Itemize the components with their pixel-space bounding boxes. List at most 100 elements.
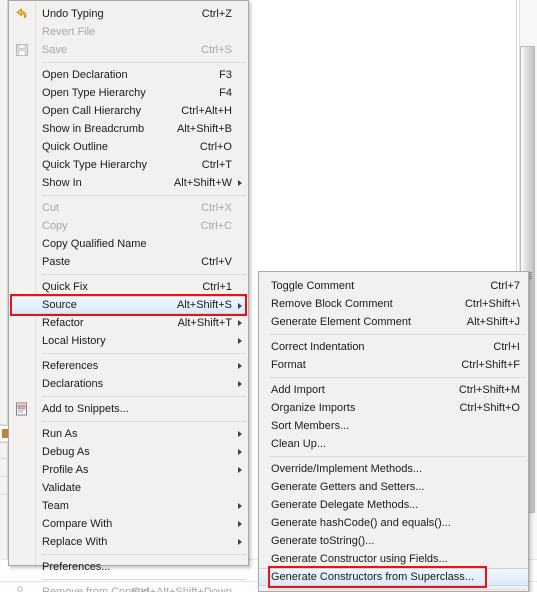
menu-item-label: Declarations [42, 378, 104, 390]
submenu-arrow-icon [238, 521, 242, 527]
menu-item[interactable]: Generate Constructors from Superclass... [259, 568, 528, 586]
menu-item[interactable]: Team [9, 497, 248, 515]
menu-item[interactable]: Add to Snippets... [9, 400, 248, 418]
menu-item-shortcut: Ctrl+Shift+\ [464, 298, 520, 310]
menu-item-label: Clean Up... [271, 438, 327, 450]
menu-item-label: Sort Members... [271, 420, 350, 432]
menu-item[interactable]: Quick Fix Ctrl+1 [9, 278, 248, 296]
menu-item[interactable]: Generate toString()... [259, 532, 528, 550]
submenu-arrow-icon [238, 467, 242, 473]
snippets-icon [14, 401, 30, 417]
menu-item[interactable]: Correct Indentation Ctrl+I [259, 338, 528, 356]
menu-item-shortcut: Alt+Shift+S [176, 299, 232, 311]
menu-item[interactable]: Quick Type Hierarchy Ctrl+T [9, 156, 248, 174]
menu-item-label: References [42, 360, 99, 372]
menu-item-label: Refactor [42, 317, 84, 329]
menu-item-shortcut: Ctrl+Alt+H [181, 105, 232, 117]
submenu-arrow-icon [238, 363, 242, 369]
menu-item-shortcut: F3 [219, 69, 232, 81]
menu-item[interactable]: Open Call Hierarchy Ctrl+Alt+H [9, 102, 248, 120]
menu-separator [9, 576, 248, 583]
menu-separator [259, 374, 528, 381]
menu-item-label: Run As [42, 428, 78, 440]
submenu-arrow-icon [238, 180, 242, 186]
menu-item-label: Format [271, 359, 306, 371]
menu-item[interactable]: Format Ctrl+Shift+F [259, 356, 528, 374]
menu-item[interactable]: References [9, 357, 248, 375]
menu-item-label: Generate toString()... [271, 535, 375, 547]
menu-item-shortcut: Ctrl+Alt+Shift+Down [132, 586, 232, 592]
menu-item-label: Organize Imports [271, 402, 356, 414]
menu-item[interactable]: Generate hashCode() and equals()... [259, 514, 528, 532]
menu-item[interactable]: Open Declaration F3 [9, 66, 248, 84]
menu-item: Copy Ctrl+C [9, 217, 248, 235]
menu-item[interactable]: Run As [9, 425, 248, 443]
menu-item-label: Compare With [42, 518, 113, 530]
menu-item-label: Generate Constructor using Fields... [271, 553, 448, 565]
menu-item[interactable]: Undo Typing Ctrl+Z [9, 5, 248, 23]
menu-item[interactable]: Generate Constructor using Fields... [259, 550, 528, 568]
menu-item[interactable]: Override/Implement Methods... [259, 460, 528, 478]
menu-item[interactable]: Validate [9, 479, 248, 497]
menu-item[interactable]: Sort Members... [259, 417, 528, 435]
menu-item[interactable]: Clean Up... [259, 435, 528, 453]
menu-separator [9, 59, 248, 66]
menu-item-shortcut: Ctrl+Shift+M [458, 384, 520, 396]
menu-item[interactable]: Generate Delegate Methods... [259, 496, 528, 514]
menu-item-label: Profile As [42, 464, 89, 476]
menu-item[interactable]: Open Type Hierarchy F4 [9, 84, 248, 102]
menu-item[interactable]: Debug As [9, 443, 248, 461]
menu-separator [259, 453, 528, 460]
menu-item: Save Ctrl+S [9, 41, 248, 59]
menu-item[interactable]: Refactor Alt+Shift+T [9, 314, 248, 332]
menu-item-label: Revert File [42, 26, 96, 38]
menu-item[interactable]: Add Import Ctrl+Shift+M [259, 381, 528, 399]
menu-item-shortcut: Ctrl+I [493, 341, 520, 353]
submenu-arrow-icon [238, 449, 242, 455]
menu-item[interactable]: Organize Imports Ctrl+Shift+O [259, 399, 528, 417]
menu-item[interactable]: Show in Breadcrumb Alt+Shift+B [9, 120, 248, 138]
menu-item[interactable]: Paste Ctrl+V [9, 253, 248, 271]
menu-item: Cut Ctrl+X [9, 199, 248, 217]
menu-item-label: Replace With [42, 536, 108, 548]
menu-item[interactable]: Preferences... [9, 558, 248, 576]
menu-item[interactable]: Toggle Comment Ctrl+7 [259, 277, 528, 295]
menu-item[interactable]: Generate Getters and Setters... [259, 478, 528, 496]
menu-item[interactable]: Compare With [9, 515, 248, 533]
menu-item-label: Generate hashCode() and equals()... [271, 517, 451, 529]
menu-item[interactable]: Local History [9, 332, 248, 350]
menu-separator [9, 271, 248, 278]
menu-item[interactable]: Remove Block Comment Ctrl+Shift+\ [259, 295, 528, 313]
submenu-arrow-icon [238, 303, 242, 309]
menu-separator [9, 350, 248, 357]
menu-item-label: Quick Outline [42, 141, 109, 153]
menu-item-shortcut: Ctrl+X [201, 202, 232, 214]
menu-item[interactable]: Copy Qualified Name [9, 235, 248, 253]
menu-item-label: Show in Breadcrumb [42, 123, 145, 135]
menu-item-label: Quick Type Hierarchy [42, 159, 147, 171]
menu-item-shortcut: Ctrl+Shift+O [459, 402, 520, 414]
menu-separator [9, 551, 248, 558]
menu-item-shortcut: Ctrl+1 [202, 281, 232, 293]
menu-item-shortcut: Ctrl+Shift+F [461, 359, 520, 371]
editor-context-menu[interactable]: Undo Typing Ctrl+Z Revert File Save Ctrl+S Op… [8, 0, 249, 592]
submenu-arrow-icon [238, 503, 242, 509]
menu-item-label: Override/Implement Methods... [271, 463, 423, 475]
menu-item-label: Source [42, 299, 77, 311]
menu-item[interactable]: Replace With [9, 533, 248, 551]
menu-item[interactable]: Profile As [9, 461, 248, 479]
menu-item-label: Open Declaration [42, 69, 128, 81]
menu-item[interactable]: Show In Alt+Shift+W [9, 174, 248, 192]
menu-item[interactable]: Source Alt+Shift+S [9, 296, 248, 314]
menu-item-label: Correct Indentation [271, 341, 365, 353]
menu-item-shortcut: Ctrl+Z [201, 8, 232, 20]
menu-item[interactable]: Quick Outline Ctrl+O [9, 138, 248, 156]
menu-item-label: Show In [42, 177, 82, 189]
menu-item-label: Copy [42, 220, 68, 232]
menu-item-label: Preferences... [42, 561, 111, 573]
undo-icon [14, 6, 30, 22]
menu-item[interactable]: Declarations [9, 375, 248, 393]
menu-item[interactable]: Generate Element Comment Alt+Shift+J [259, 313, 528, 331]
source-submenu[interactable]: Toggle Comment Ctrl+7 Remove Block Comment… [258, 271, 529, 592]
menu-item-label: Generate Getters and Setters... [271, 481, 425, 493]
